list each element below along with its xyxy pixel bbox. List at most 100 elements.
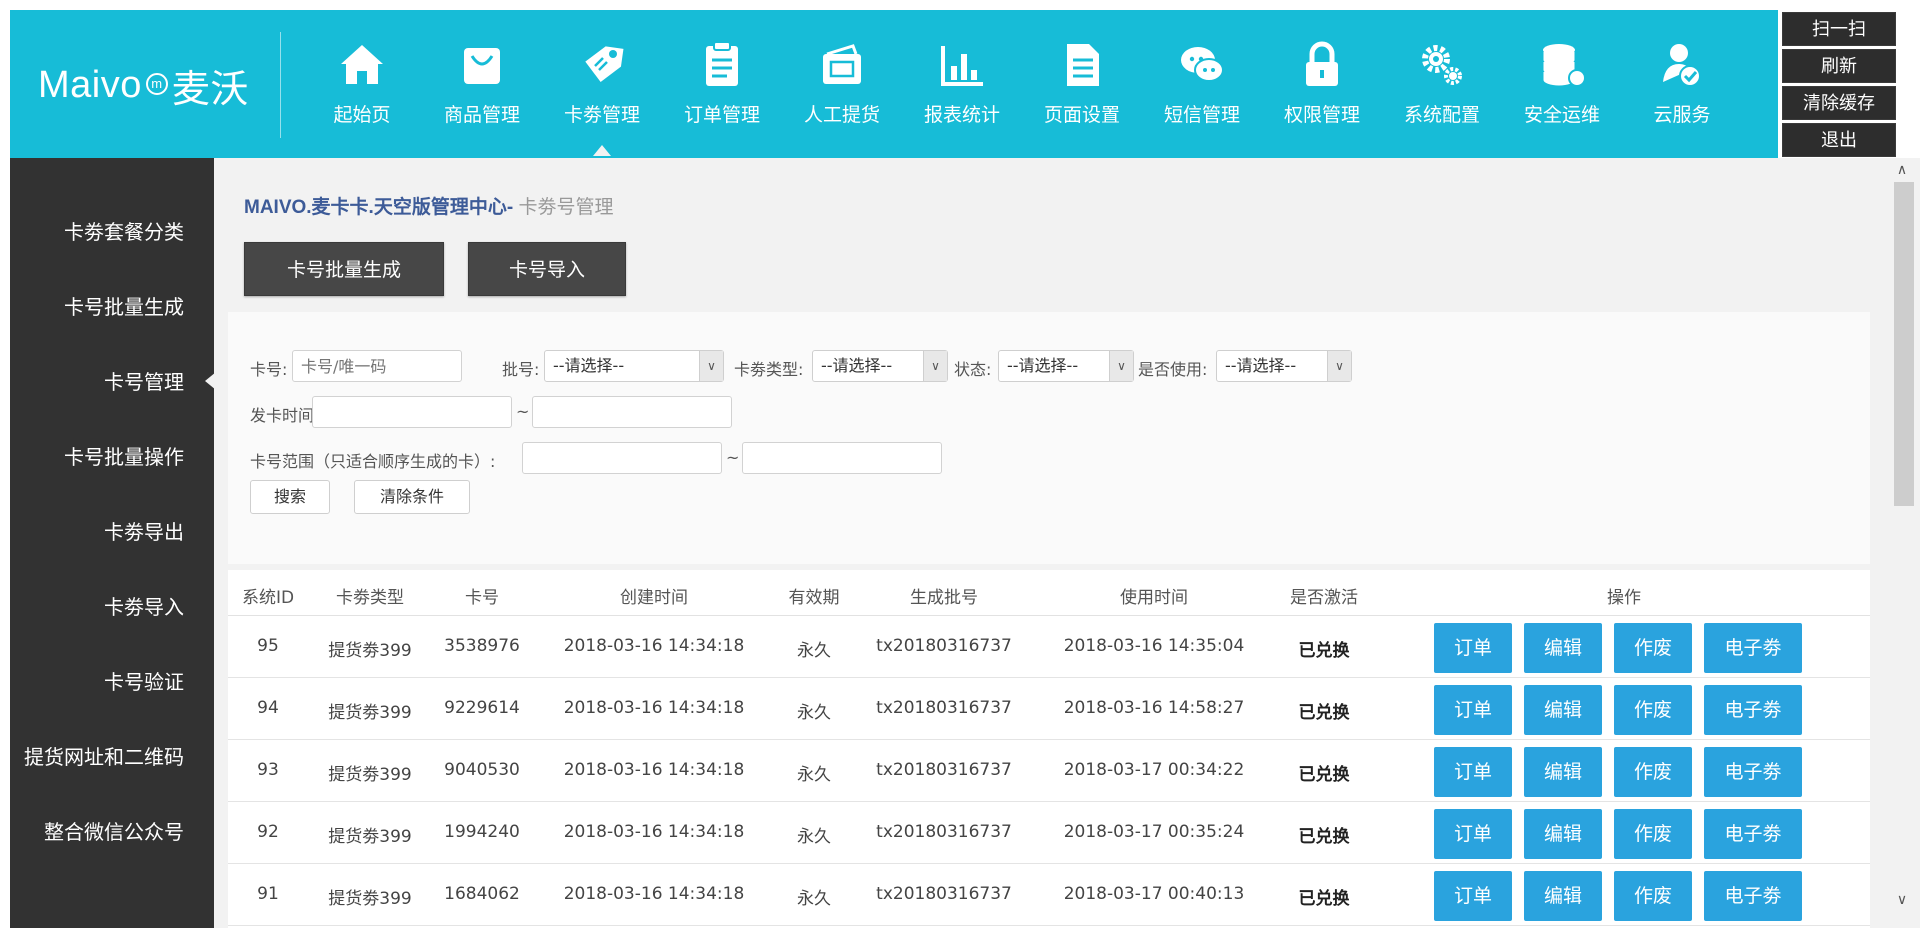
shopping-bag-icon: [464, 48, 500, 84]
chevron-down-icon: ∨: [923, 351, 947, 381]
chevron-down-icon: ∨: [1327, 351, 1351, 381]
sidebar-item-card-verify[interactable]: 卡号验证: [104, 666, 184, 695]
cell-validity: 永久: [797, 889, 831, 909]
nav-item-system-config[interactable]: 系统配置: [1382, 40, 1502, 144]
nav-item-cloud-service[interactable]: 云服务: [1622, 40, 1742, 144]
cell-type: 提货劵399: [328, 827, 412, 847]
scan-button[interactable]: 扫一扫: [1782, 12, 1896, 46]
sidebar-item-batch-generate[interactable]: 卡号批量生成: [64, 291, 184, 320]
sidebar-item-wechat-integration[interactable]: 整合微信公众号: [44, 816, 184, 845]
logout-button[interactable]: 退出: [1782, 123, 1896, 157]
chevron-down-icon: ∨: [1109, 351, 1133, 381]
void-button[interactable]: 作废: [1614, 747, 1692, 797]
edit-button[interactable]: 编辑: [1524, 809, 1602, 859]
cell-created: 2018-03-16 14:34:18: [563, 884, 745, 904]
coupon-type-select[interactable]: --请选择-- ∨: [812, 350, 948, 382]
nav-item-page-settings[interactable]: 页面设置: [1022, 40, 1142, 144]
clear-cache-button[interactable]: 清除缓存: [1782, 86, 1896, 120]
status-select[interactable]: --请选择-- ∨: [998, 350, 1134, 382]
cell-batch: tx20180316737: [876, 884, 1012, 904]
e-coupon-button[interactable]: 电子劵: [1704, 747, 1802, 797]
order-button[interactable]: 订单: [1434, 685, 1512, 735]
refresh-button[interactable]: 刷新: [1782, 49, 1896, 83]
sidebar-item-coupon-export[interactable]: 卡劵导出: [104, 516, 184, 545]
cell-created: 2018-03-16 14:34:18: [563, 698, 745, 718]
scroll-down-icon[interactable]: ∨: [1892, 892, 1912, 912]
table-row: 92 提货劵399 1994240 2018-03-16 14:34:18 永久…: [228, 802, 1870, 864]
e-coupon-button[interactable]: 电子劵: [1704, 809, 1802, 859]
main-content: MAIVO.麦卡卡.天空版管理中心- 卡劵号管理 卡号批量生成 卡号导入 卡号:…: [214, 158, 1884, 928]
user-check-icon: [1663, 44, 1701, 87]
cell-batch: tx20180316737: [876, 636, 1012, 656]
sidebar-item-pickup-url-qrcode[interactable]: 提货网址和二维码: [24, 741, 184, 770]
card-import-button[interactable]: 卡号导入: [468, 242, 626, 296]
vertical-scrollbar[interactable]: ∧ ∨: [1884, 158, 1920, 928]
nav-item-permissions[interactable]: 权限管理: [1262, 40, 1382, 144]
brand-mark: m: [145, 72, 168, 95]
nav-item-home[interactable]: 起始页: [302, 40, 422, 144]
order-button[interactable]: 订单: [1434, 623, 1512, 673]
clear-filters-button[interactable]: 清除条件: [354, 480, 470, 514]
nav-item-coupons[interactable]: 卡劵管理: [542, 40, 662, 156]
issue-time-start-input[interactable]: [312, 396, 512, 428]
brand-logo[interactable]: Maivo m 麦沃: [38, 58, 249, 113]
nav-label: 订单管理: [683, 104, 760, 126]
edit-button[interactable]: 编辑: [1524, 747, 1602, 797]
breadcrumb-page: 卡劵号管理: [518, 196, 614, 218]
nav-item-manual-pickup[interactable]: 人工提货: [782, 40, 902, 144]
batch-generate-button[interactable]: 卡号批量生成: [244, 242, 444, 296]
nav-item-orders[interactable]: 订单管理: [662, 40, 782, 144]
coupon-type-label: 卡劵类型:: [734, 360, 804, 379]
filter-panel: 卡号: 批号: --请选择-- ∨ 卡劵类型: --请选择-- ∨ 状态: --…: [228, 312, 1870, 564]
cell-validity: 永久: [797, 641, 831, 661]
nav-item-security-ops[interactable]: 安全运维: [1502, 40, 1622, 144]
e-coupon-button[interactable]: 电子劵: [1704, 623, 1802, 673]
table-row: 91 提货劵399 1684062 2018-03-16 14:34:18 永久…: [228, 864, 1870, 926]
issue-time-end-input[interactable]: [532, 396, 732, 428]
edit-button[interactable]: 编辑: [1524, 685, 1602, 735]
cell-type: 提货劵399: [328, 703, 412, 723]
sidebar-item-batch-operations[interactable]: 卡号批量操作: [64, 441, 184, 470]
search-button[interactable]: 搜索: [250, 480, 330, 514]
cell-used-time: 2018-03-16 14:58:27: [1063, 698, 1245, 718]
order-button[interactable]: 订单: [1434, 747, 1512, 797]
void-button[interactable]: 作废: [1614, 623, 1692, 673]
used-select[interactable]: --请选择-- ∨: [1216, 350, 1352, 382]
sidebar: 卡劵套餐分类 卡号批量生成 卡号管理 卡号批量操作 卡劵导出 卡劵导入 卡号验证…: [10, 158, 216, 928]
void-button[interactable]: 作废: [1614, 871, 1692, 921]
column-header: 卡劵类型: [336, 588, 404, 608]
cell-validity: 永久: [797, 703, 831, 723]
e-coupon-button[interactable]: 电子劵: [1704, 685, 1802, 735]
nav-item-reports[interactable]: 报表统计: [902, 40, 1022, 144]
card-range-end-input[interactable]: [742, 442, 942, 474]
edit-button[interactable]: 编辑: [1524, 623, 1602, 673]
cell-type: 提货劵399: [328, 889, 412, 909]
order-button[interactable]: 订单: [1434, 809, 1512, 859]
sidebar-item-coupon-import[interactable]: 卡劵导入: [104, 591, 184, 620]
void-button[interactable]: 作废: [1614, 685, 1692, 735]
nav-item-sms[interactable]: 短信管理: [1142, 40, 1262, 144]
scrollbar-thumb[interactable]: [1894, 182, 1914, 506]
card-range-start-input[interactable]: [522, 442, 722, 474]
column-header: 是否激活: [1290, 588, 1358, 608]
nav-label: 人工提货: [803, 104, 880, 126]
batch-select[interactable]: --请选择-- ∨: [544, 350, 724, 382]
breadcrumb-site[interactable]: MAIVO.麦卡卡.天空版管理中心: [244, 197, 507, 218]
void-button[interactable]: 作废: [1614, 809, 1692, 859]
cell-used-time: 2018-03-17 00:40:13: [1063, 884, 1245, 904]
sidebar-item-card-management[interactable]: 卡号管理: [104, 366, 216, 395]
scroll-up-icon[interactable]: ∧: [1892, 162, 1912, 182]
card-no-input[interactable]: [292, 350, 462, 382]
cell-created: 2018-03-16 14:34:18: [563, 760, 745, 780]
sidebar-item-package-category[interactable]: 卡劵套餐分类: [64, 216, 184, 245]
cell-used-time: 2018-03-17 00:34:22: [1063, 760, 1245, 780]
e-coupon-button[interactable]: 电子劵: [1704, 871, 1802, 921]
nav-item-products[interactable]: 商品管理: [422, 40, 542, 144]
cell-batch: tx20180316737: [876, 698, 1012, 718]
edit-button[interactable]: 编辑: [1524, 871, 1602, 921]
used-select-value: --请选择--: [1225, 356, 1297, 375]
issue-time-range-separator: ~: [516, 402, 530, 421]
clipboard-icon: [706, 41, 738, 86]
order-button[interactable]: 订单: [1434, 871, 1512, 921]
batch-label: 批号:: [502, 360, 540, 379]
